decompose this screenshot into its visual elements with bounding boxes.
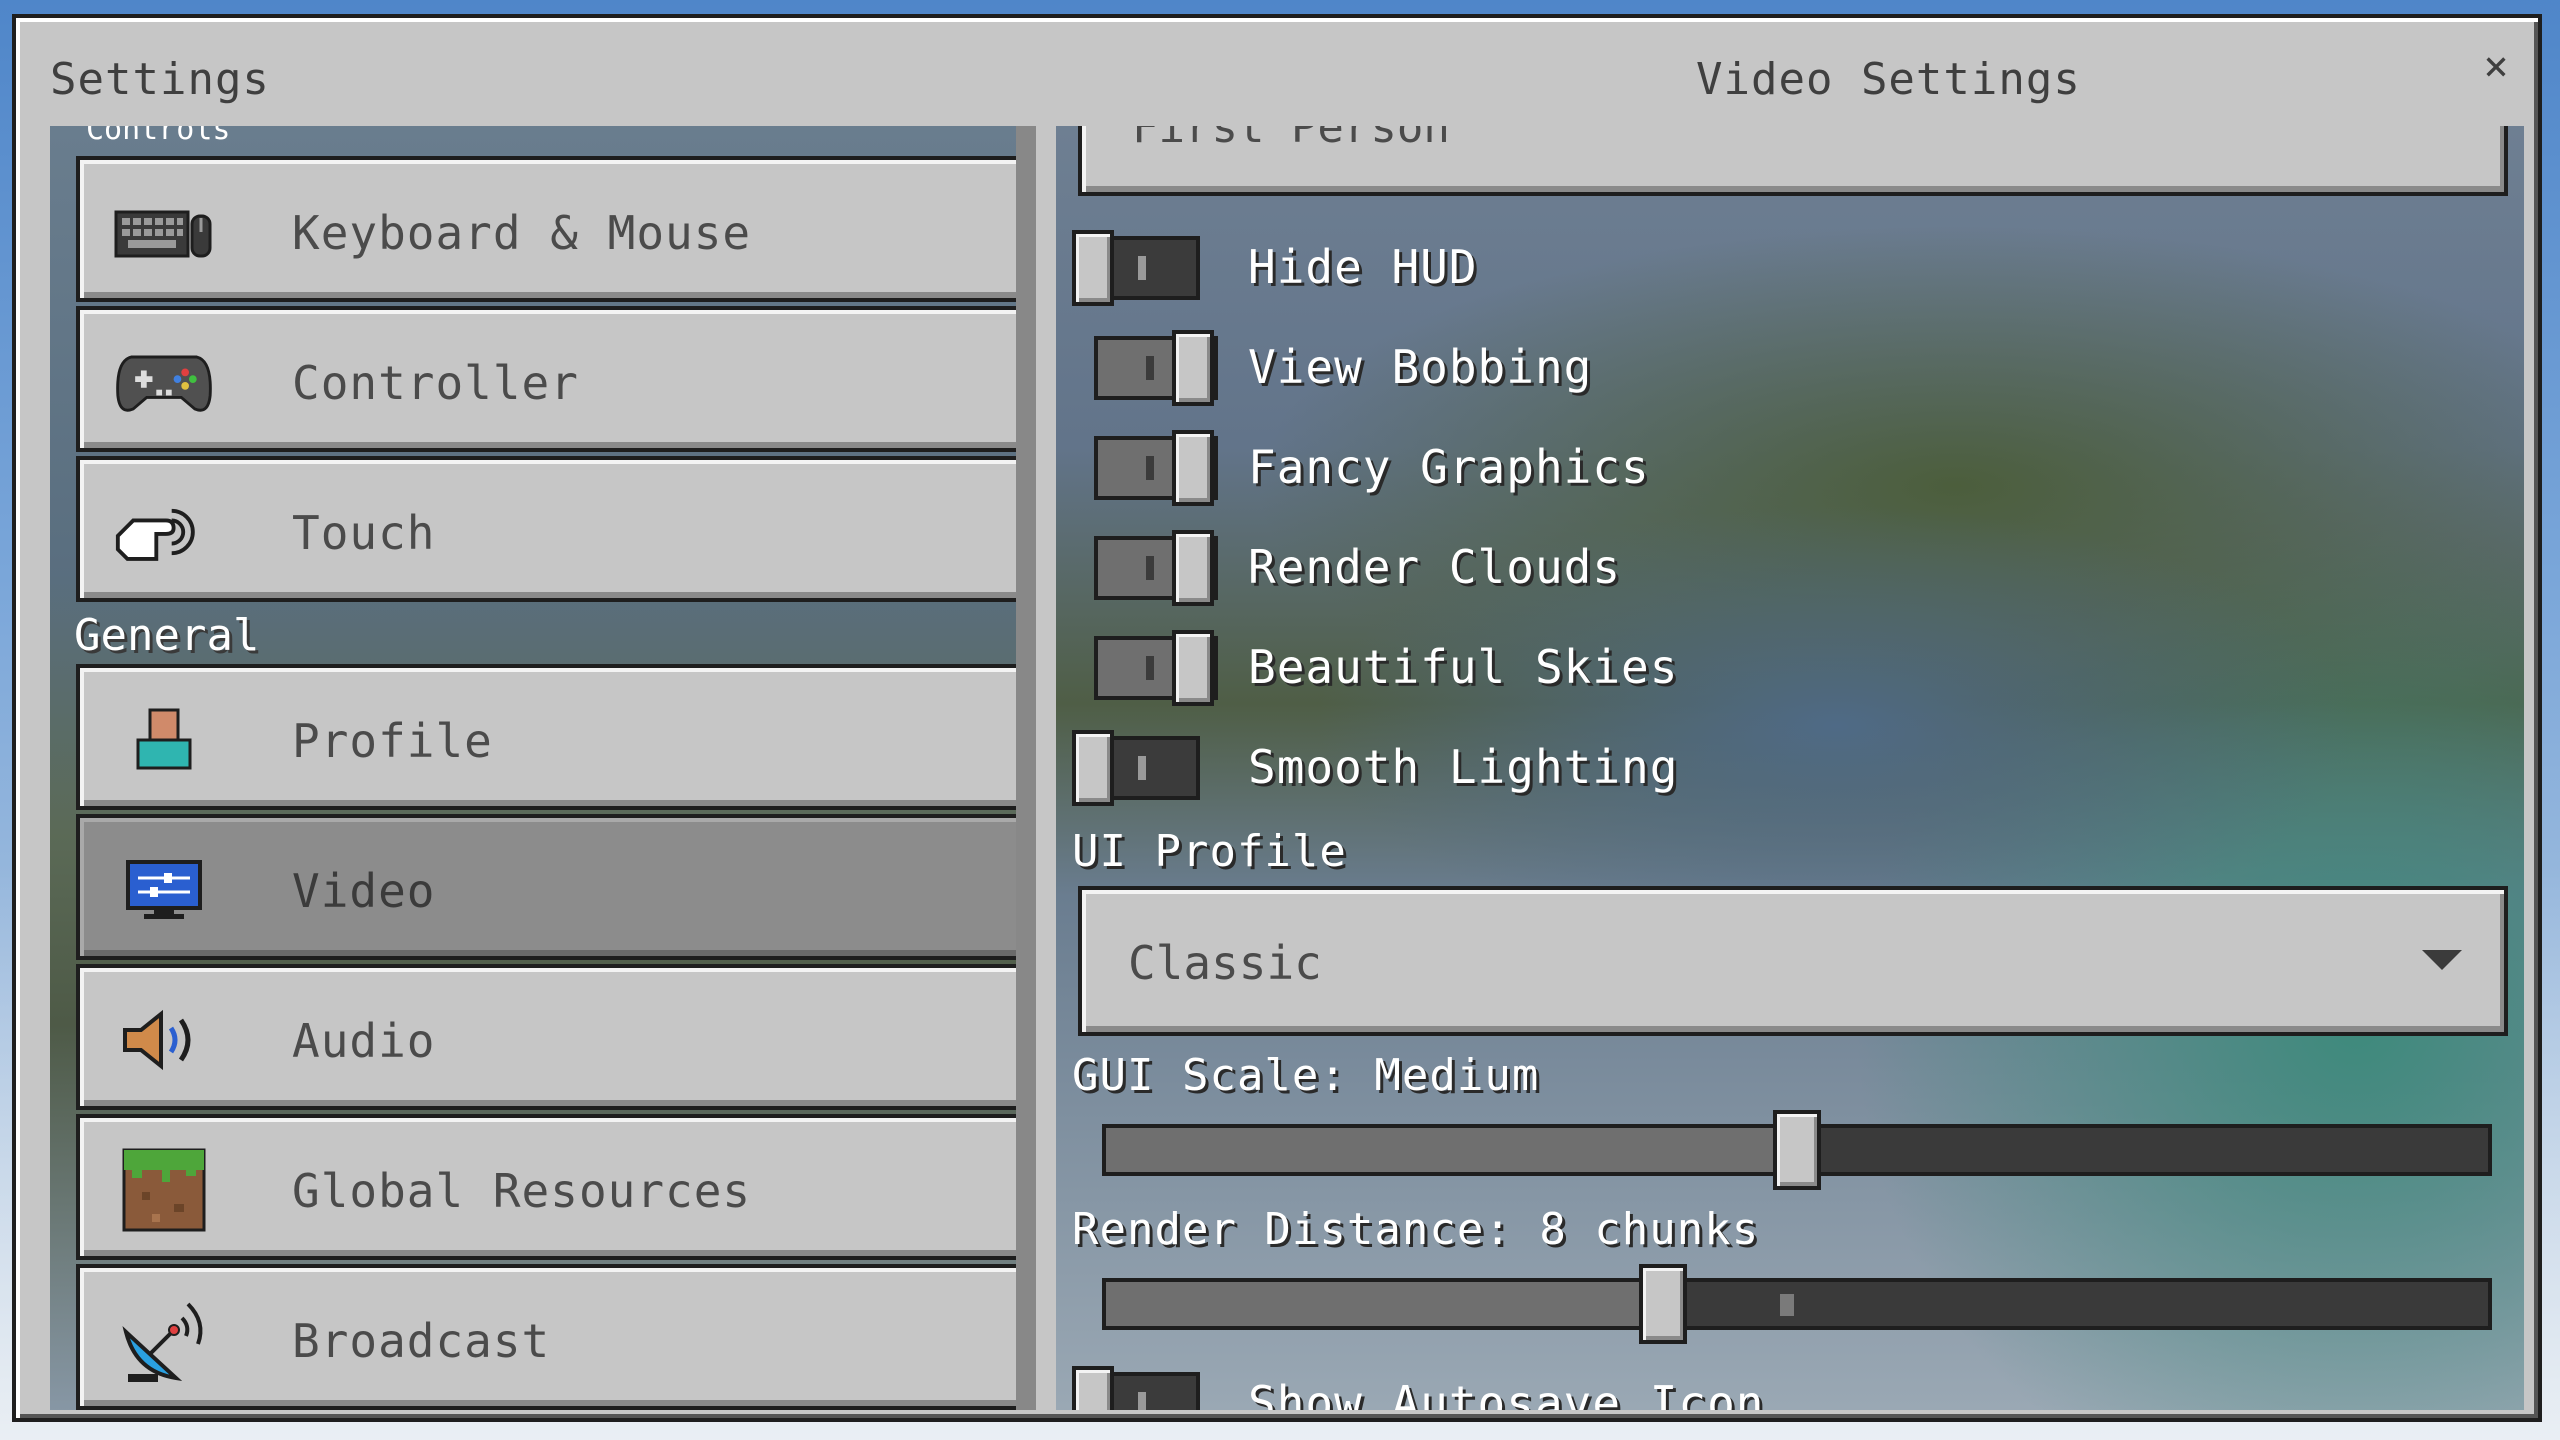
toggle-fancy-graphics[interactable]: Fancy Graphics (1076, 428, 2476, 508)
dropdown-value: First Person (1132, 126, 1450, 153)
toggle-hide-hud[interactable]: Hide HUD (1072, 228, 2476, 308)
nav-item-broadcast[interactable]: Broadcast (76, 1264, 1016, 1410)
nav-item-audio[interactable]: Audio (76, 964, 1016, 1110)
nav-item-touch[interactable]: Touch (76, 456, 1016, 602)
toggle-pip (1146, 456, 1154, 480)
chevron-down-icon (2422, 950, 2462, 970)
nav-item-label: Audio (292, 1014, 436, 1068)
nav-item-label: Controller (292, 356, 579, 410)
toggle-knob (1072, 730, 1114, 806)
slider-fill (1106, 1128, 1797, 1172)
toggle-pip (1138, 1392, 1146, 1410)
satellite-dish-icon (114, 1298, 214, 1382)
gui-scale-label: GUI Scale: Medium (1072, 1050, 1540, 1101)
toggle-switch[interactable] (1076, 430, 1218, 506)
render-distance-slider[interactable] (1102, 1264, 2492, 1344)
section-label-general: General (74, 610, 260, 661)
slider-tick (1780, 1294, 1794, 1316)
toggle-label: Smooth Lighting (1248, 740, 1679, 794)
toggle-render-clouds[interactable]: Render Clouds (1076, 528, 2476, 608)
toggle-switch[interactable] (1076, 530, 1218, 606)
toggle-label: Beautiful Skies (1248, 640, 1679, 694)
slider-fill (1106, 1282, 1663, 1326)
profile-icon (114, 698, 214, 782)
toggle-show-autosave-icon[interactable]: Show Autosave Icon (1072, 1364, 2476, 1410)
toggle-smooth-lighting[interactable]: Smooth Lighting (1072, 728, 2476, 808)
render-distance-label: Render Distance: 8 chunks (1072, 1204, 1760, 1255)
settings-dialog: Settings Video Settings × Controls Keybo… (12, 14, 2542, 1422)
toggle-knob (1072, 230, 1114, 306)
settings-nav-panel[interactable]: Controls Keyboard & Mouse Controller Tou… (50, 126, 1036, 1410)
video-icon (114, 848, 214, 932)
camera-perspective-dropdown[interactable]: First Person (1078, 126, 2508, 196)
video-settings-panel[interactable]: First Person Hide HUD View Bobbing Fancy… (1056, 126, 2524, 1410)
slider-thumb[interactable] (1639, 1264, 1687, 1344)
toggle-switch[interactable] (1076, 330, 1218, 406)
nav-item-keyboard-mouse[interactable]: Keyboard & Mouse (76, 156, 1016, 302)
keyboard-mouse-icon (114, 190, 214, 274)
nav-item-label: Keyboard & Mouse (292, 206, 752, 260)
gui-scale-slider[interactable] (1102, 1110, 2492, 1190)
toggle-pip (1146, 356, 1154, 380)
grass-block-icon (114, 1148, 214, 1232)
toggle-knob (1172, 630, 1214, 706)
video-settings-title: Video Settings (1696, 54, 2081, 105)
audio-icon (114, 998, 214, 1082)
toggle-label: View Bobbing (1248, 340, 1593, 394)
toggle-switch[interactable] (1072, 230, 1200, 306)
toggle-label: Fancy Graphics (1248, 440, 1650, 494)
ui-profile-label: UI Profile (1072, 826, 1347, 877)
controller-icon (114, 340, 214, 424)
nav-item-label: Global Resources (292, 1164, 752, 1218)
close-button[interactable]: × (2474, 44, 2518, 88)
toggle-label: Hide HUD (1248, 240, 1478, 294)
toggle-knob (1172, 430, 1214, 506)
ui-profile-dropdown[interactable]: Classic (1078, 886, 2508, 1036)
toggle-label: Render Clouds (1248, 540, 1622, 594)
toggle-view-bobbing[interactable]: View Bobbing (1076, 328, 2476, 408)
section-label-controls: Controls (86, 126, 231, 144)
nav-item-controller[interactable]: Controller (76, 306, 1016, 452)
toggle-switch[interactable] (1072, 730, 1200, 806)
toggle-switch[interactable] (1076, 630, 1218, 706)
nav-item-global-resources[interactable]: Global Resources (76, 1114, 1016, 1260)
toggle-pip (1146, 556, 1154, 580)
dropdown-value: Classic (1128, 936, 1322, 990)
nav-item-label: Video (292, 864, 436, 918)
nav-item-video[interactable]: Video (76, 814, 1016, 960)
toggle-pip (1146, 656, 1154, 680)
toggle-pip (1138, 256, 1146, 280)
nav-item-label: Touch (292, 506, 436, 560)
toggle-knob (1172, 530, 1214, 606)
toggle-label: Show Autosave Icon (1248, 1376, 1765, 1410)
toggle-knob (1172, 330, 1214, 406)
toggle-beautiful-skies[interactable]: Beautiful Skies (1076, 628, 2476, 708)
nav-item-label: Profile (292, 714, 493, 768)
nav-item-profile[interactable]: Profile (76, 664, 1016, 810)
settings-title: Settings (50, 54, 270, 105)
touch-icon (114, 490, 214, 574)
toggle-knob (1072, 1366, 1114, 1410)
toggle-pip (1138, 756, 1146, 780)
nav-item-label: Broadcast (292, 1314, 551, 1368)
slider-thumb[interactable] (1773, 1110, 1821, 1190)
toggle-switch[interactable] (1072, 1366, 1200, 1410)
